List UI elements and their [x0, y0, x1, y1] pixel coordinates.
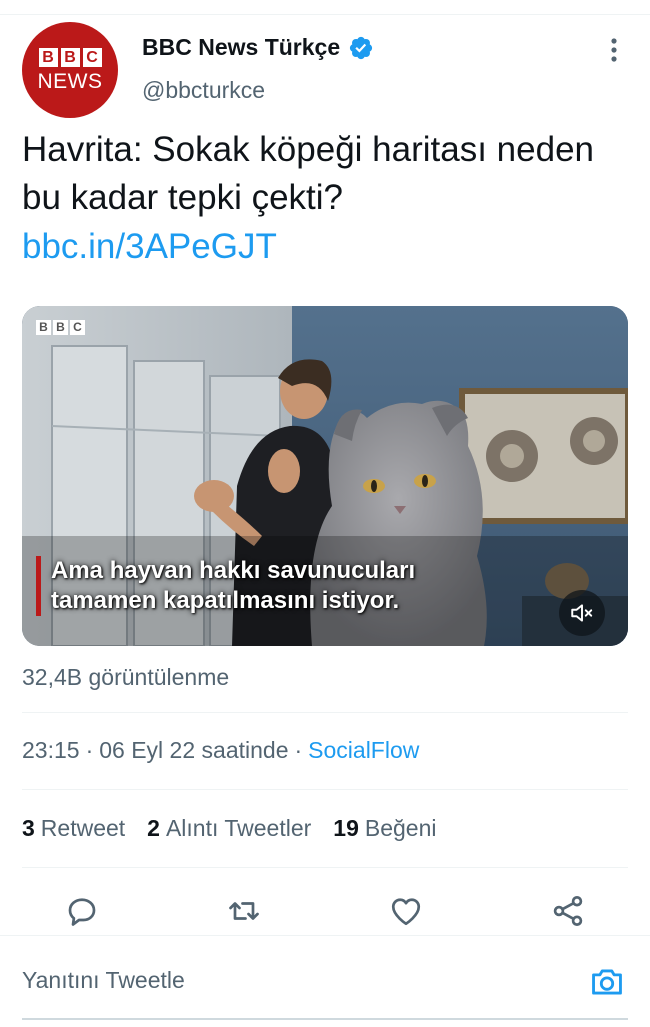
- avatar-block: B: [38, 47, 58, 67]
- likes-count: 19: [333, 815, 359, 841]
- quotes-label: Alıntı Tweetler: [165, 815, 312, 841]
- caption-line: Ama hayvan hakkı savunucuları: [51, 557, 416, 584]
- tweet-link[interactable]: bbc.in/3APeGJT: [22, 223, 277, 271]
- video-caption: Ama hayvan hakkı savunucuları tamamen ka…: [36, 556, 415, 616]
- media-logo-block: B: [53, 320, 68, 335]
- camera-icon[interactable]: [588, 963, 626, 1001]
- divider: [22, 712, 628, 713]
- reply-input[interactable]: Yanıtını Tweetle: [22, 967, 185, 994]
- display-name[interactable]: BBC News Türkçe: [142, 34, 340, 61]
- more-options-icon[interactable]: [603, 36, 625, 64]
- caption-line: tamamen kapatılmasını istiyor.: [51, 587, 400, 614]
- retweets-count: 3: [22, 815, 35, 841]
- quotes-stat[interactable]: 2 Alıntı Tweetler: [147, 815, 311, 842]
- likes-label: Beğeni: [364, 815, 437, 841]
- view-count: 32,4B görüntülenme: [22, 664, 230, 690]
- engagement-stats: 3 Retweet 2 Alıntı Tweetler 19 Beğeni: [22, 815, 437, 842]
- like-icon[interactable]: [388, 893, 424, 929]
- handle[interactable]: @bbcturkce: [142, 77, 265, 104]
- quotes-count: 2: [147, 815, 160, 841]
- avatar-news-text: NEWS: [37, 69, 103, 93]
- retweets-label: Retweet: [40, 815, 126, 841]
- mute-button[interactable]: [559, 590, 605, 636]
- verified-badge-icon: [350, 36, 373, 59]
- media-logo-block: B: [36, 320, 51, 335]
- meta-separator: ·: [294, 737, 303, 763]
- action-bar: [0, 893, 650, 933]
- reply-icon[interactable]: [64, 893, 100, 929]
- avatar[interactable]: B B C NEWS: [22, 22, 118, 118]
- tweet-source[interactable]: SocialFlow: [308, 737, 419, 764]
- top-divider: [0, 14, 650, 15]
- name-row[interactable]: BBC News Türkçe: [142, 34, 374, 61]
- video-player[interactable]: B B C Ama hayvan hakkı savunucuları tama…: [22, 306, 628, 646]
- divider: [22, 867, 628, 868]
- media-bbc-logo: B B C: [36, 320, 85, 335]
- avatar-block: B: [60, 47, 80, 67]
- share-icon[interactable]: [550, 893, 586, 929]
- retweets-stat[interactable]: 3 Retweet: [22, 815, 125, 842]
- divider: [22, 789, 628, 790]
- tweet-meta: 23:15 · 06 Eyl 22 saatinde · SocialFlow: [22, 737, 419, 764]
- tweet-time[interactable]: 23:15: [22, 737, 80, 764]
- avatar-block: C: [82, 47, 102, 67]
- bbc-logo-blocks: B B C: [38, 47, 102, 67]
- tweet-text: Havrita: Sokak köpeği haritası neden bu …: [22, 130, 594, 217]
- reply-bar-divider: [0, 935, 650, 936]
- meta-separator: ·: [85, 737, 94, 763]
- retweet-icon[interactable]: [226, 893, 262, 929]
- likes-stat[interactable]: 19 Beğeni: [333, 815, 436, 842]
- tweet-date[interactable]: 06 Eyl 22 saatinde: [99, 737, 288, 764]
- media-logo-block: C: [70, 320, 85, 335]
- speaker-muted-icon: [571, 604, 593, 622]
- reply-underline: [22, 1018, 628, 1020]
